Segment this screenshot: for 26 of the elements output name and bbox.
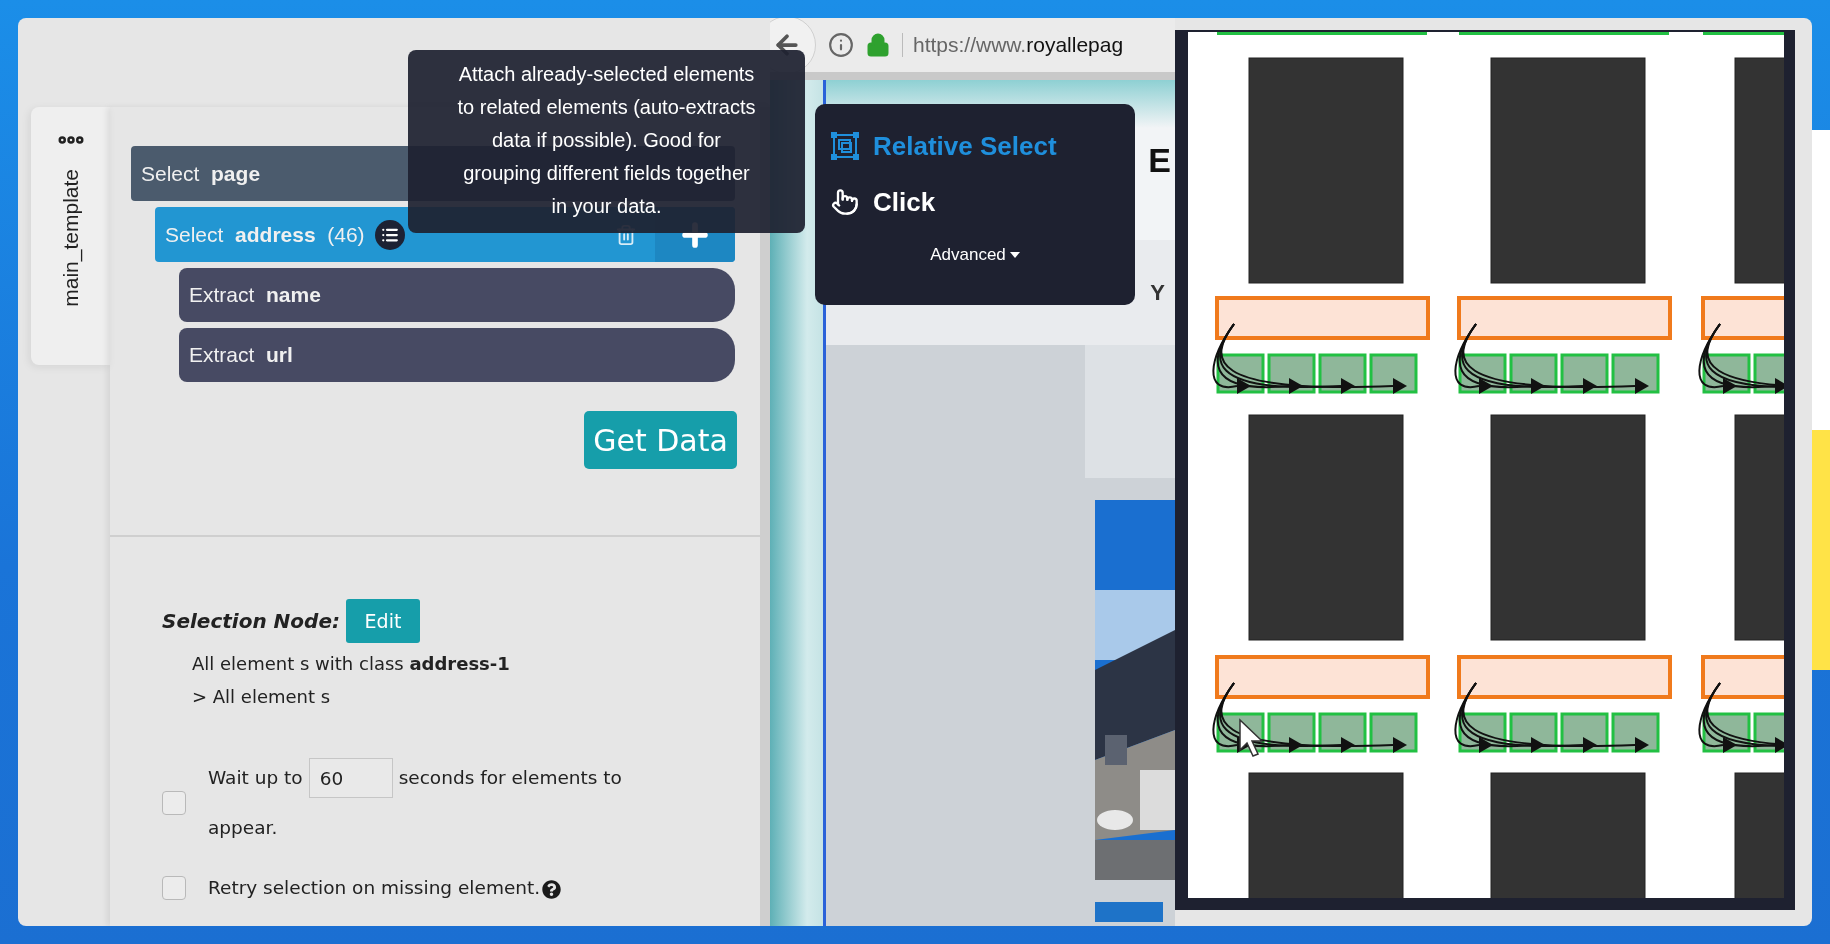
info-icon[interactable] [828,32,854,58]
option-label: Wait up to [208,766,303,790]
option-label: seconds for elements to [398,766,622,790]
tooltip: Attach already-selected elements to related elements (auto-extracts data if possible). Good for grouping different fields together in your data. [408,50,805,233]
pointer-icon [831,188,859,216]
menu-item[interactable]: Click [829,174,938,230]
lock-icon [866,33,890,57]
nav-text: Y [1150,279,1165,306]
option-label: Retry selection on missing element. [208,877,541,898]
list-icon[interactable] [374,219,405,250]
menu-item[interactable]: Relative Select [829,118,1059,174]
page-heading: E [1148,140,1171,180]
seconds-field[interactable]: 60 [308,758,393,798]
template-tab[interactable]: main_template [58,169,83,307]
tree-node[interactable]: Extract name [179,268,735,322]
selector-description: All element s with class address-1 [192,652,510,676]
select-box-icon [831,132,859,160]
selector-description: > All element s [192,685,331,709]
help-icon[interactable] [542,879,562,899]
tree-node[interactable]: Extract url [179,328,735,382]
option-checkbox[interactable] [162,876,186,900]
option-checkbox[interactable] [162,791,186,815]
advanced-button[interactable]: Advanced [924,244,1026,266]
selection-node-label: Selection Node: [162,609,340,633]
caret-icon [1009,252,1020,258]
option-label: appear. [208,817,278,838]
